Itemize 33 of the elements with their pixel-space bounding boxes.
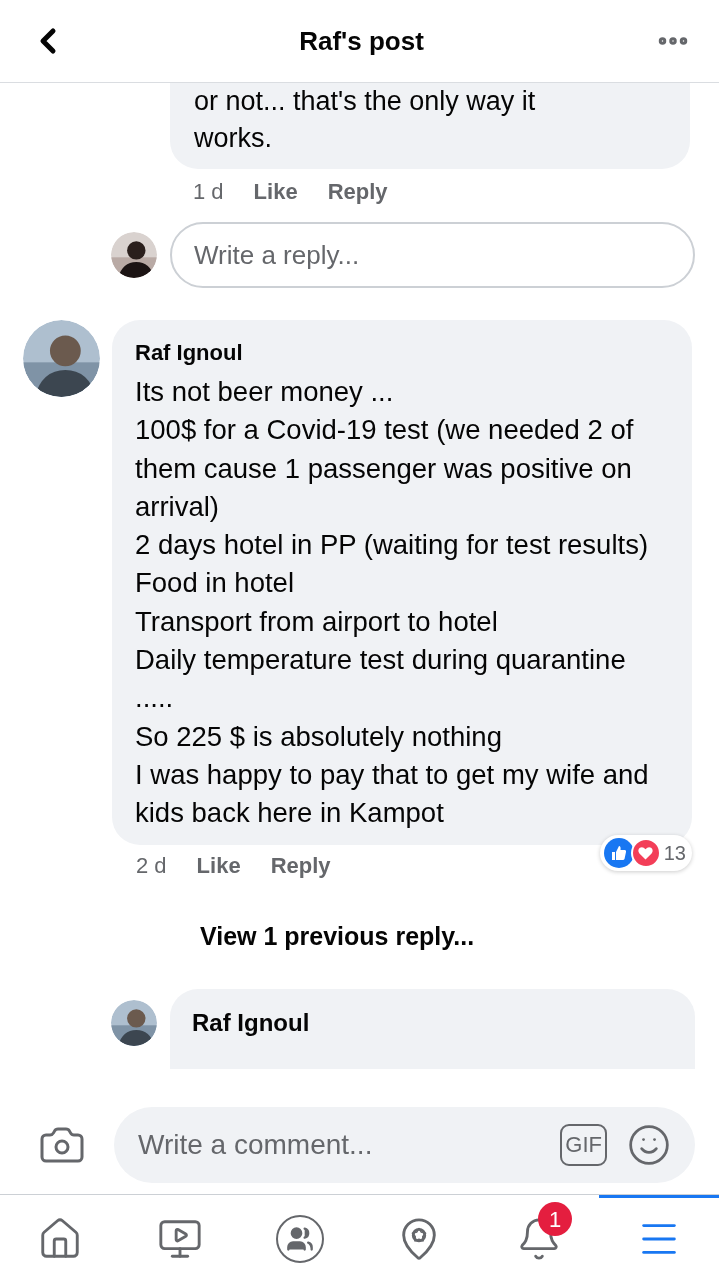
people-icon: [275, 1215, 324, 1263]
reply-field[interactable]: Write a reply...: [170, 222, 695, 288]
reaction-count: 13: [663, 840, 686, 866]
timestamp: 1 d: [193, 178, 224, 206]
comment-text: 2 days hotel in PP (waiting for test results): [135, 528, 650, 563]
comment-text: or not... that's the only way it works.: [194, 85, 537, 155]
comment-text: 100$ for a Covid-19 test (we needed 2 of them cause 1 passenger was positive on arrival): [135, 413, 635, 524]
tab-button[interactable]: 1: [479, 1195, 600, 1280]
comment-text: Its not beer money ...: [135, 375, 395, 409]
action-link[interactable]: Reply: [327, 175, 388, 208]
gif-button[interactable]: GIF: [560, 1123, 607, 1166]
reaction-pill[interactable]: 13: [599, 834, 692, 871]
avatar[interactable]: [111, 1000, 157, 1047]
page-title: Raf's post: [299, 24, 424, 58]
like-reaction-icon: [603, 837, 634, 868]
emoji-icon[interactable]: [627, 1122, 671, 1167]
comment-text: Daily temperature test during quarantine: [135, 643, 627, 678]
comment-text: Food in hotel: [135, 566, 295, 601]
comment-field[interactable]: Write a comment... GIF: [114, 1106, 695, 1183]
comment-text: .....: [135, 681, 175, 716]
action-link[interactable]: Reply: [270, 848, 331, 882]
notification-badge: 1: [538, 1202, 573, 1236]
comment-text: So 225 $ is absolutely nothing: [135, 719, 503, 754]
action-link[interactable]: Like: [196, 848, 241, 882]
avatar[interactable]: [111, 232, 157, 278]
author-name[interactable]: Raf Ignoul: [192, 1005, 695, 1042]
comment-text: I was happy to pay that to get my wife and kids back here in Kampot: [135, 757, 650, 831]
view-replies-link[interactable]: View 1 previous reply...: [200, 917, 475, 956]
heart-reaction-icon: [630, 837, 661, 868]
author-name[interactable]: Raf Ignoul: [135, 336, 662, 369]
timestamp: 2 d: [136, 851, 167, 880]
comment-text: Transport from airport to hotel: [135, 604, 499, 639]
action-link[interactable]: Like: [253, 175, 298, 208]
